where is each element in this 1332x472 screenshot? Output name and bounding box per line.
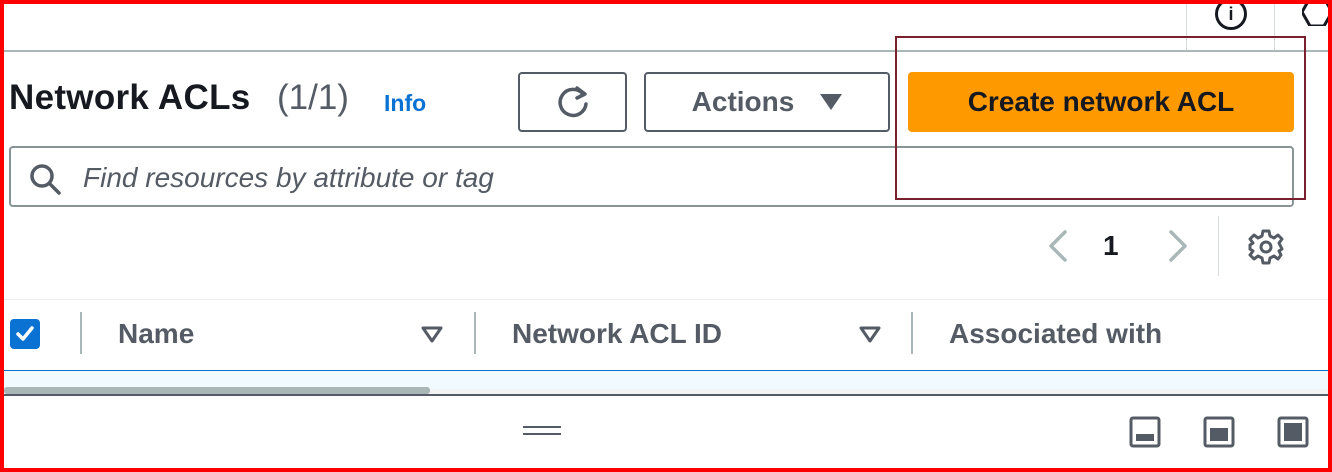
checkbox-checked-icon	[16, 326, 34, 341]
red-outline-frame	[0, 0, 1332, 472]
chevron-left-icon[interactable]	[1043, 228, 1073, 264]
column-header-associated-with[interactable]: Associated with	[949, 318, 1162, 350]
info-link[interactable]: Info	[384, 90, 426, 117]
column-header-network-acl-id[interactable]: Network ACL ID	[512, 318, 722, 350]
search-icon	[30, 164, 61, 195]
caret-down-icon	[820, 94, 843, 110]
panel-bottom-icon[interactable]	[1129, 416, 1161, 448]
topbar-separator	[1186, 4, 1187, 50]
hexagon-icon[interactable]	[1302, 0, 1332, 26]
create-network-acl-label: Create network ACL	[967, 86, 1235, 117]
refresh-button[interactable]	[518, 72, 627, 132]
pagination-separator	[1218, 216, 1219, 276]
panel-full-icon[interactable]	[1277, 416, 1309, 448]
sort-caret-icon[interactable]	[421, 326, 443, 344]
search-field[interactable]	[9, 146, 1294, 207]
column-separator[interactable]	[911, 312, 913, 354]
table-header-row: Name Network ACL ID Associated with	[4, 299, 1328, 372]
actions-dropdown-button[interactable]: Actions	[644, 72, 890, 132]
actions-label: Actions	[691, 86, 795, 117]
panel-side-icon[interactable]	[1203, 416, 1235, 448]
split-panel-border	[4, 394, 1328, 396]
topbar-separator	[1274, 4, 1275, 50]
top-utility-bar: i	[4, 0, 1332, 52]
column-header-name[interactable]: Name	[118, 318, 194, 350]
drag-handle-icon[interactable]	[523, 426, 561, 438]
column-separator[interactable]	[474, 312, 476, 354]
column-separator[interactable]	[80, 312, 82, 354]
gear-icon[interactable]	[1247, 228, 1285, 266]
refresh-icon	[557, 86, 588, 118]
sort-caret-icon[interactable]	[859, 326, 881, 344]
resource-count: (1/1)	[277, 78, 349, 117]
horizontal-scrollbar-thumb[interactable]	[4, 387, 430, 394]
create-network-acl-button[interactable]: Create network ACL	[908, 72, 1294, 132]
page-title: Network ACLs	[9, 78, 251, 117]
page-number[interactable]: 1	[1103, 230, 1119, 262]
select-all-checkbox[interactable]	[10, 319, 40, 349]
info-icon[interactable]: i	[1215, 0, 1247, 30]
search-input[interactable]	[81, 156, 1265, 200]
chevron-right-icon[interactable]	[1163, 228, 1193, 264]
